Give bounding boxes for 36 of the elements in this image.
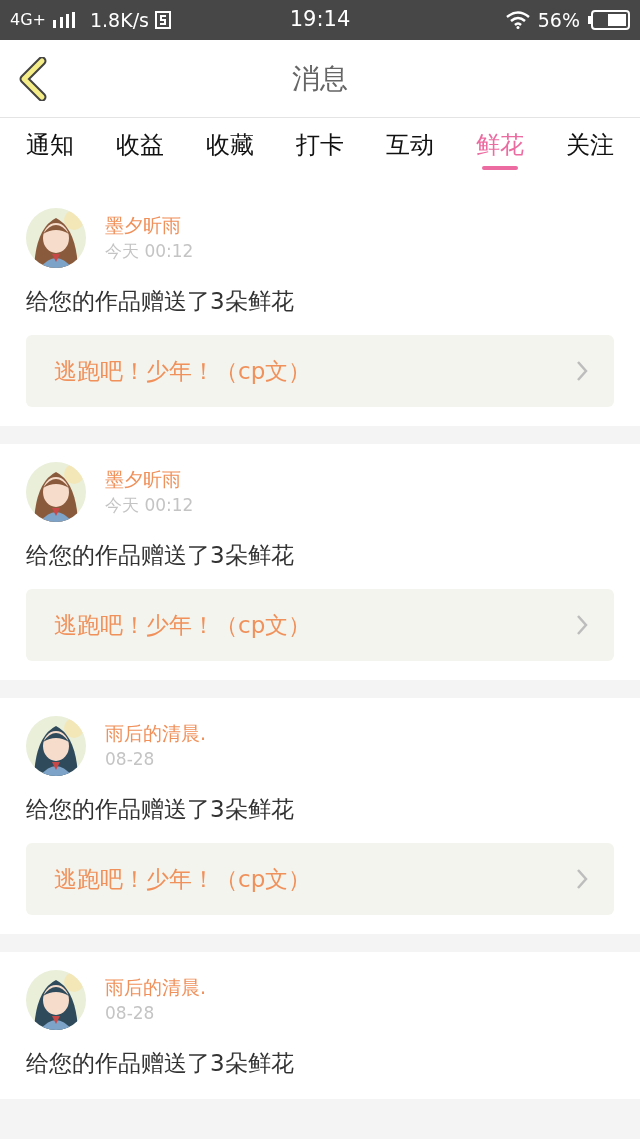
wifi-icon xyxy=(505,11,530,29)
battery-percent: 56% xyxy=(537,7,580,33)
chevron-right-icon xyxy=(576,614,588,636)
chevron-right-icon xyxy=(576,360,588,382)
signal-icon xyxy=(52,12,76,28)
user-name[interactable]: 雨后的清晨. xyxy=(105,720,207,746)
work-link[interactable]: 逃跑吧！少年！（cp文） xyxy=(26,335,614,407)
tab[interactable]: 通知 xyxy=(22,118,78,190)
work-link[interactable]: 逃跑吧！少年！（cp文） xyxy=(26,843,614,915)
tab[interactable]: 打卡 xyxy=(292,118,348,190)
user-name[interactable]: 墨夕昕雨 xyxy=(105,212,194,238)
message-time: 今天 00:12 xyxy=(105,494,194,517)
work-link[interactable]: 逃跑吧！少年！（cp文） xyxy=(26,589,614,661)
message-time: 08-28 xyxy=(105,1002,156,1025)
message-text: 给您的作品赠送了3朵鲜花 xyxy=(26,1049,295,1078)
tab[interactable]: 关注 xyxy=(562,118,618,190)
page-title: 消息 xyxy=(292,60,348,97)
message-text: 给您的作品赠送了3朵鲜花 xyxy=(26,795,295,824)
user-name[interactable]: 雨后的清晨. xyxy=(105,974,207,1000)
clock: 19:14 xyxy=(289,6,351,34)
tab[interactable]: 鲜花 xyxy=(472,118,528,190)
message-time: 08-28 xyxy=(105,748,156,771)
message-text: 给您的作品赠送了3朵鲜花 xyxy=(26,541,295,570)
battery-icon xyxy=(588,10,630,30)
back-icon xyxy=(18,56,48,101)
back-button[interactable] xyxy=(18,55,48,102)
tab[interactable]: 收藏 xyxy=(202,118,258,190)
app-notification-icon xyxy=(154,11,171,29)
chevron-right-icon xyxy=(576,868,588,890)
user-name[interactable]: 墨夕昕雨 xyxy=(105,466,194,492)
tab[interactable]: 互动 xyxy=(382,118,438,190)
message-text: 给您的作品赠送了3朵鲜花 xyxy=(26,287,295,316)
network-speed: 1.8K/s xyxy=(90,7,149,33)
message-time: 今天 00:12 xyxy=(105,240,194,263)
tab[interactable]: 收益 xyxy=(112,118,168,190)
network-type: 4G+ xyxy=(10,9,46,31)
